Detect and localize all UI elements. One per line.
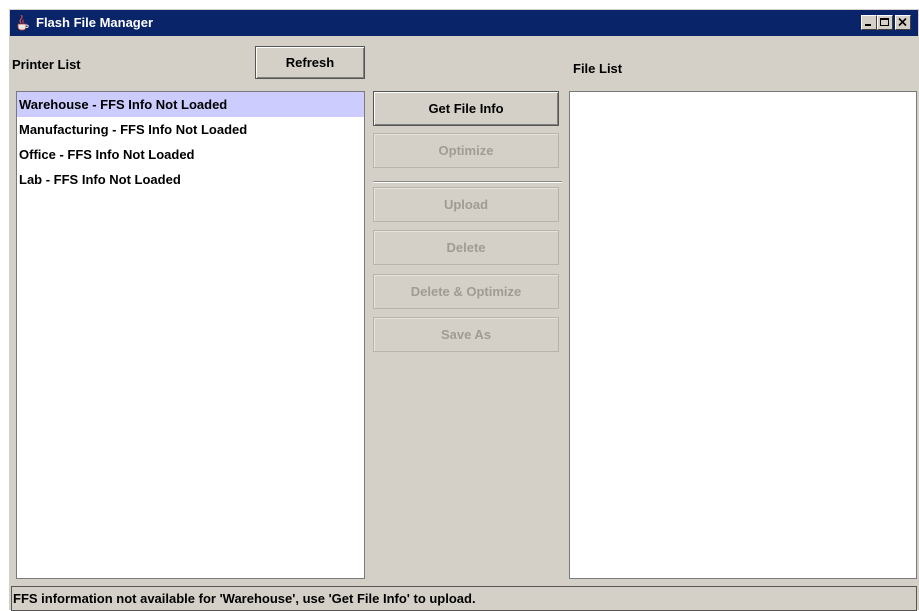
upload-button[interactable]: Upload bbox=[373, 187, 559, 222]
refresh-button[interactable]: Refresh bbox=[255, 46, 365, 79]
close-icon[interactable] bbox=[895, 15, 911, 30]
optimize-button[interactable]: Optimize bbox=[373, 133, 559, 168]
printer-list[interactable]: Warehouse - FFS Info Not Loaded Manufact… bbox=[16, 91, 365, 579]
printer-list-item[interactable]: Office - FFS Info Not Loaded bbox=[17, 142, 364, 167]
printer-list-label: Printer List bbox=[12, 57, 81, 72]
title-bar[interactable]: Flash File Manager bbox=[10, 10, 918, 36]
file-list-label: File List bbox=[573, 61, 623, 76]
app-window: Flash File Manager Printer List Refresh … bbox=[8, 8, 919, 611]
get-file-info-button[interactable]: Get File Info bbox=[373, 91, 559, 126]
printer-list-item[interactable]: Lab - FFS Info Not Loaded bbox=[17, 167, 364, 192]
button-separator bbox=[373, 181, 562, 183]
file-list[interactable] bbox=[569, 91, 917, 579]
window-title: Flash File Manager bbox=[36, 15, 154, 30]
delete-optimize-button[interactable]: Delete & Optimize bbox=[373, 274, 559, 309]
maximize-icon[interactable] bbox=[877, 15, 893, 30]
delete-button[interactable]: Delete bbox=[373, 230, 559, 265]
printer-list-item[interactable]: Warehouse - FFS Info Not Loaded bbox=[17, 92, 364, 117]
printer-list-item[interactable]: Manufacturing - FFS Info Not Loaded bbox=[17, 117, 364, 142]
save-as-button[interactable]: Save As bbox=[373, 317, 559, 352]
java-cup-icon bbox=[14, 14, 30, 31]
status-bar: FFS information not available for 'Wareh… bbox=[11, 586, 917, 611]
minimize-icon[interactable] bbox=[861, 15, 877, 30]
